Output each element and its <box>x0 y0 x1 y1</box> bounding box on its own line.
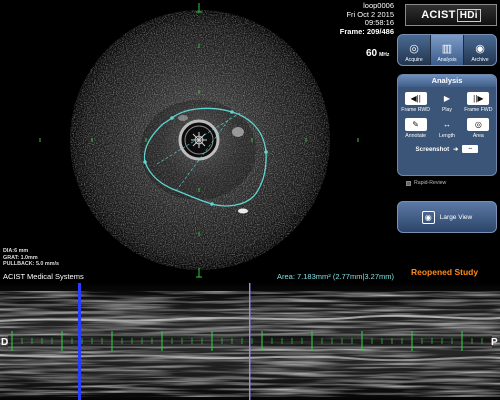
area-button[interactable]: ◎ Area <box>463 118 494 139</box>
calcium-echo <box>238 208 248 214</box>
analysis-panel: Analysis ◀|| Frame RWD ▶ Play ||▶ Frame … <box>397 74 497 176</box>
frame-forward-button[interactable]: ||▶ Frame FWD <box>463 92 494 113</box>
plaque-echo <box>232 127 244 137</box>
screenshot-button[interactable]: Screenshot ➔ ⇔ <box>398 145 496 153</box>
length-label: Length <box>439 133 455 139</box>
arrow-right-icon: ➔ <box>453 145 459 153</box>
annotate-icon: ✎ <box>404 118 427 131</box>
archive-label: Archive <box>471 57 489 63</box>
frame-counter: Frame: 209/486 <box>339 26 394 36</box>
contour-handle[interactable] <box>143 160 147 164</box>
pullback-position-cursor[interactable] <box>78 283 81 400</box>
mode-selector: ◎ Acquire ▥ Analysis ◉ Archive <box>397 34 497 66</box>
study-status: Reopened Study <box>411 267 479 277</box>
analysis-button[interactable]: ▥ Analysis <box>431 35 464 65</box>
frame-forward-label: Frame FWD <box>464 107 493 113</box>
screenshot-label: Screenshot <box>415 145 450 153</box>
frame-rewind-icon: ◀|| <box>404 92 427 105</box>
pullback-param: PULLBACK: 5.0 mm/s <box>3 261 60 268</box>
frame-info: loop0006 Fri Oct 2 2015 09:58:16 Frame: … <box>339 1 394 36</box>
longitudinal-view[interactable] <box>0 283 500 400</box>
analysis-icon: ▥ <box>441 43 453 55</box>
contour-handle[interactable] <box>264 150 268 154</box>
length-icon: ↔ <box>442 120 451 129</box>
frequency-value: 60 <box>366 48 378 59</box>
proximal-label: P <box>491 337 498 348</box>
area-icon: ◎ <box>467 118 490 131</box>
acquire-label: Acquire <box>405 57 423 63</box>
frequency-unit: MHz <box>379 52 390 58</box>
distal-label: D <box>1 337 9 348</box>
length-button[interactable]: ↔ Length <box>431 118 462 139</box>
analysis-tools: ◀|| Frame RWD ▶ Play ||▶ Frame FWD ✎ Ann… <box>398 87 496 139</box>
usb-icon: ⇔ <box>462 145 479 153</box>
logo-product: HDi <box>456 9 481 22</box>
annotate-label: Annotate <box>405 133 427 139</box>
logo-brand: ACIST <box>421 9 456 21</box>
rapid-review-label: Rapid-Review <box>414 180 447 186</box>
frame-rewind-label: Frame RWD <box>401 107 431 113</box>
area-label: Area <box>472 133 484 139</box>
current-frame-cursor[interactable] <box>249 283 251 400</box>
rapid-review-option[interactable]: Rapid-Review <box>406 180 446 186</box>
contour-handle[interactable] <box>170 116 174 120</box>
ivus-cross-section[interactable] <box>0 0 398 280</box>
plaque-echo <box>178 115 188 121</box>
play-button[interactable]: ▶ Play <box>431 92 462 113</box>
dia-param: DIA:6 mm <box>3 248 29 254</box>
frame-rewind-button[interactable]: ◀|| Frame RWD <box>400 92 431 113</box>
frame-forward-icon: ||▶ <box>467 92 490 105</box>
rapid-review-checkbox[interactable] <box>406 180 411 186</box>
area-readout: Area: 7.183mm² (2.77mm|3.27mm) <box>277 272 394 281</box>
grat-param: GRAT: 1.0mm <box>3 254 38 261</box>
analysis-label: Analysis <box>437 57 457 63</box>
acist-hdi-logo: ACIST HDi <box>405 4 497 26</box>
play-label: Play <box>441 107 453 113</box>
transducer-frequency: 60 MHz <box>366 48 389 59</box>
large-view-button[interactable]: ◉ Large View <box>397 201 497 233</box>
archive-icon: ◉ <box>475 43 485 55</box>
company-name: ACIST Medical Systems <box>3 272 84 281</box>
play-icon: ▶ <box>443 94 451 103</box>
acquire-icon: ◎ <box>409 43 419 55</box>
analysis-panel-title: Analysis <box>398 75 496 87</box>
large-view-label: Large View <box>439 213 473 221</box>
large-view-icon: ◉ <box>421 210 435 224</box>
contour-handle[interactable] <box>230 110 234 114</box>
annotate-button[interactable]: ✎ Annotate <box>400 118 431 139</box>
acquire-button[interactable]: ◎ Acquire <box>398 35 431 65</box>
archive-button[interactable]: ◉ Archive <box>464 35 496 65</box>
image-parameters: DIA:6 mm GRAT: 1.0mm PULLBACK: 5.0 mm/s <box>3 248 59 268</box>
contour-handle[interactable] <box>210 202 214 206</box>
